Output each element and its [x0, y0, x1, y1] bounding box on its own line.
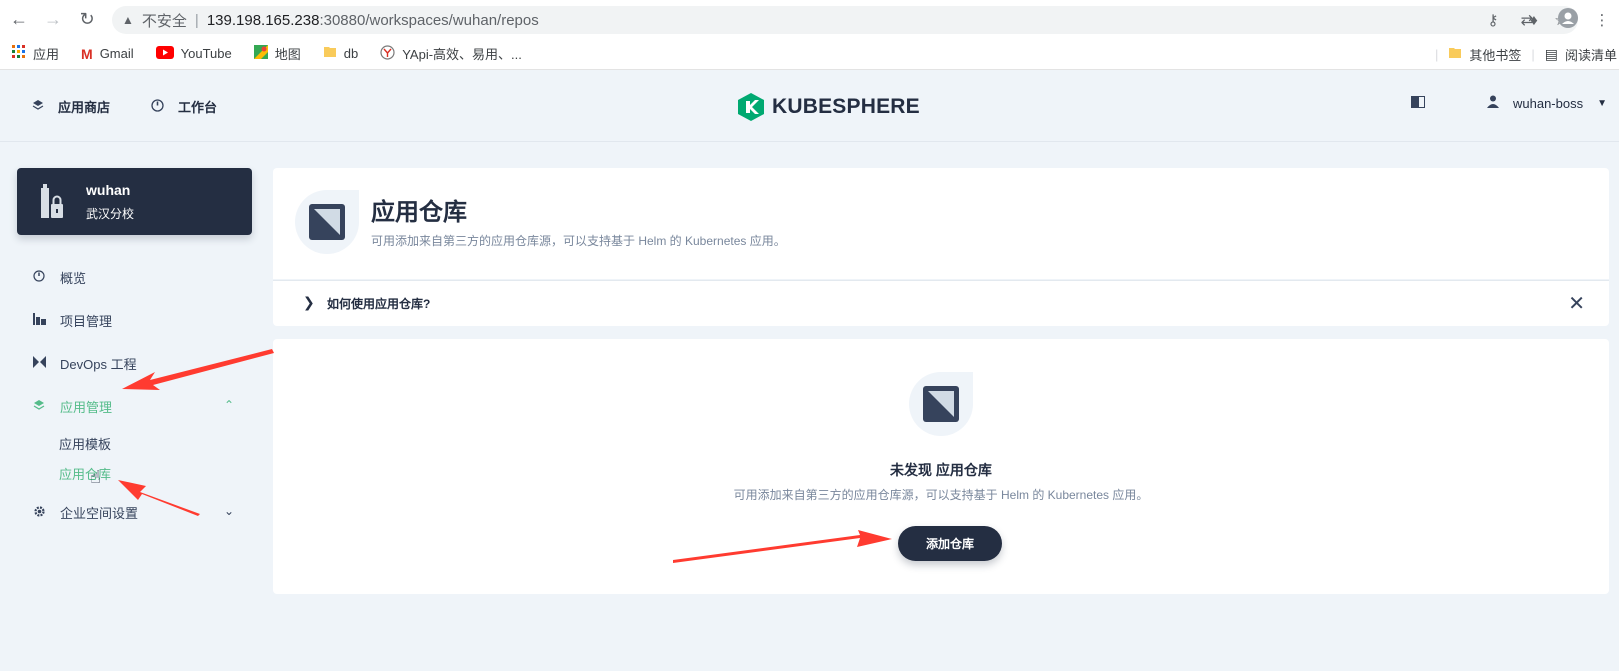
- bookmark-divider: |: [1434, 46, 1439, 62]
- kubesphere-logo-icon: [738, 93, 764, 121]
- bookmark-db[interactable]: db: [323, 45, 358, 62]
- sidebar-item-label: 应用管理: [60, 400, 113, 415]
- maps-icon: [253, 45, 268, 62]
- reading-list[interactable]: ▤ 阅读清单: [1545, 45, 1617, 64]
- more-icon[interactable]: ⋮: [1585, 11, 1619, 29]
- repository-icon: [909, 372, 973, 436]
- sidebar-item-workspace-settings[interactable]: 企业空间设置: [32, 503, 138, 522]
- layers-icon: [32, 399, 46, 414]
- workspace-card[interactable]: wuhan 武汉分校: [17, 168, 252, 235]
- bookmark-other[interactable]: 其他书签: [1448, 45, 1521, 64]
- address-bar[interactable]: ▲ 不安全 | 139.198.165.238 :30880/workspace…: [112, 6, 1578, 34]
- bookmark-label: 应用: [33, 47, 60, 62]
- sidebar-item-label: 企业空间设置: [60, 506, 139, 521]
- sidebar-item-app-templates[interactable]: 应用模板: [59, 434, 111, 453]
- reading-list-icon: ▤: [1544, 45, 1558, 62]
- chevron-right-icon[interactable]: ❯: [303, 294, 315, 311]
- warning-icon: ▲: [122, 13, 134, 27]
- devops-icon: [32, 356, 46, 371]
- logo-text: KUBESPHERE: [772, 95, 920, 118]
- gear-icon: [32, 505, 46, 521]
- close-icon[interactable]: ✕: [1568, 291, 1585, 316]
- sidebar-item-app-repos[interactable]: 应用仓库: [59, 464, 111, 483]
- kubesphere-logo[interactable]: KUBESPHERE: [738, 93, 920, 121]
- yapi-icon: [380, 44, 395, 63]
- chevron-down-icon[interactable]: ⌄: [224, 504, 234, 518]
- user-name[interactable]: wuhan-boss: [1513, 96, 1583, 111]
- empty-state-panel: 未发现 应用仓库 可用添加来自第三方的应用仓库源，可以支持基于 Helm 的 K…: [273, 339, 1609, 594]
- reload-icon[interactable]: ↻: [76, 8, 98, 30]
- youtube-icon: [155, 45, 174, 62]
- bookmark-label: db: [343, 46, 359, 61]
- hand-cursor-icon: ☝: [90, 467, 101, 487]
- sidebar-item-projects[interactable]: 项目管理: [32, 311, 112, 330]
- bookmark-yapi[interactable]: YApi-高效、易用、...: [380, 44, 522, 63]
- sidebar-item-devops[interactable]: DevOps 工程: [32, 354, 137, 373]
- profile-icon[interactable]: [1551, 8, 1585, 32]
- bookmarks-bar: 应用 M Gmail YouTube 地图 db YApi-高效、易用、... …: [0, 38, 1619, 70]
- bookmark-divider: |: [1531, 46, 1535, 62]
- dashboard-icon: [32, 270, 46, 285]
- workbench-link[interactable]: 工作台: [151, 97, 217, 116]
- bookmark-youtube[interactable]: YouTube: [155, 45, 232, 62]
- apps-grid-icon: [12, 45, 26, 62]
- repository-icon: [295, 190, 359, 254]
- url-separator: |: [194, 11, 199, 29]
- sidebar-item-label: DevOps 工程: [60, 357, 137, 372]
- sidebar-item-label: 项目管理: [60, 314, 113, 329]
- sidebar-item-app-management[interactable]: 应用管理: [32, 397, 112, 416]
- workspace-desc: 武汉分校: [86, 207, 135, 221]
- url-path: :30880/workspaces/wuhan/repos: [319, 11, 539, 29]
- insecure-label: 不安全: [141, 12, 187, 30]
- bookmark-maps[interactable]: 地图: [253, 44, 301, 63]
- empty-description: 可用添加来自第三方的应用仓库源，可以支持基于 Helm 的 Kubernetes…: [733, 488, 1149, 502]
- url-host: 139.198.165.238: [206, 11, 320, 29]
- app-store-label: 应用商店: [58, 100, 111, 115]
- gmail-icon: M: [81, 45, 93, 62]
- page-description: 可用添加来自第三方的应用仓库源，可以支持基于 Helm 的 Kubernetes…: [371, 234, 786, 248]
- bookmark-label: 阅读清单: [1564, 47, 1617, 63]
- app-header: 应用商店 工作台 KUBESPHERE wuhan-boss ▼: [0, 71, 1619, 142]
- chevron-up-icon[interactable]: ⌃: [224, 398, 234, 412]
- sidebar-item-overview[interactable]: 概览: [32, 268, 86, 287]
- workspace-icon: [37, 184, 67, 220]
- howto-text[interactable]: 如何使用应用仓库?: [327, 295, 430, 312]
- bookmark-gmail[interactable]: M Gmail: [81, 46, 134, 62]
- page-banner: 应用仓库 可用添加来自第三方的应用仓库源，可以支持基于 Helm 的 Kuber…: [273, 168, 1609, 279]
- folder-icon: [1448, 46, 1462, 63]
- bookmark-label: Gmail: [99, 46, 134, 61]
- layers-icon: [32, 99, 44, 114]
- page-title: 应用仓库: [371, 199, 467, 226]
- key-icon[interactable]: ⚷: [1476, 11, 1510, 29]
- workspace-name: wuhan: [86, 182, 131, 198]
- bookmark-label: YouTube: [180, 46, 232, 61]
- caret-down-icon[interactable]: ▼: [1597, 98, 1607, 109]
- project-icon: [32, 313, 46, 328]
- workbench-label: 工作台: [178, 100, 218, 115]
- extensions-icon[interactable]: ♦: [1517, 12, 1551, 29]
- bookmark-label: 地图: [274, 47, 301, 62]
- add-repository-button[interactable]: 添加仓库: [898, 526, 1002, 561]
- dashboard-icon: [151, 98, 164, 115]
- toggle-panel-icon[interactable]: [1410, 95, 1425, 111]
- howto-bar[interactable]: ❯ 如何使用应用仓库? ✕: [273, 280, 1609, 326]
- app-store-link[interactable]: 应用商店: [32, 97, 110, 116]
- bookmark-label: 其他书签: [1469, 47, 1522, 63]
- empty-title: 未发现 应用仓库: [890, 462, 992, 478]
- sidebar-item-label: 概览: [60, 271, 87, 286]
- folder-icon: [323, 45, 337, 62]
- bookmark-label: YApi-高效、易用、...: [402, 47, 522, 62]
- forward-icon[interactable]: →: [42, 8, 64, 30]
- back-icon[interactable]: ←: [8, 8, 30, 30]
- user-icon: [1486, 95, 1499, 111]
- annotation-arrow: [122, 349, 274, 390]
- browser-toolbar: ← → ↻ ▲ 不安全 | 139.198.165.238 :30880/wor…: [0, 0, 1619, 38]
- bookmark-apps[interactable]: 应用: [12, 44, 59, 63]
